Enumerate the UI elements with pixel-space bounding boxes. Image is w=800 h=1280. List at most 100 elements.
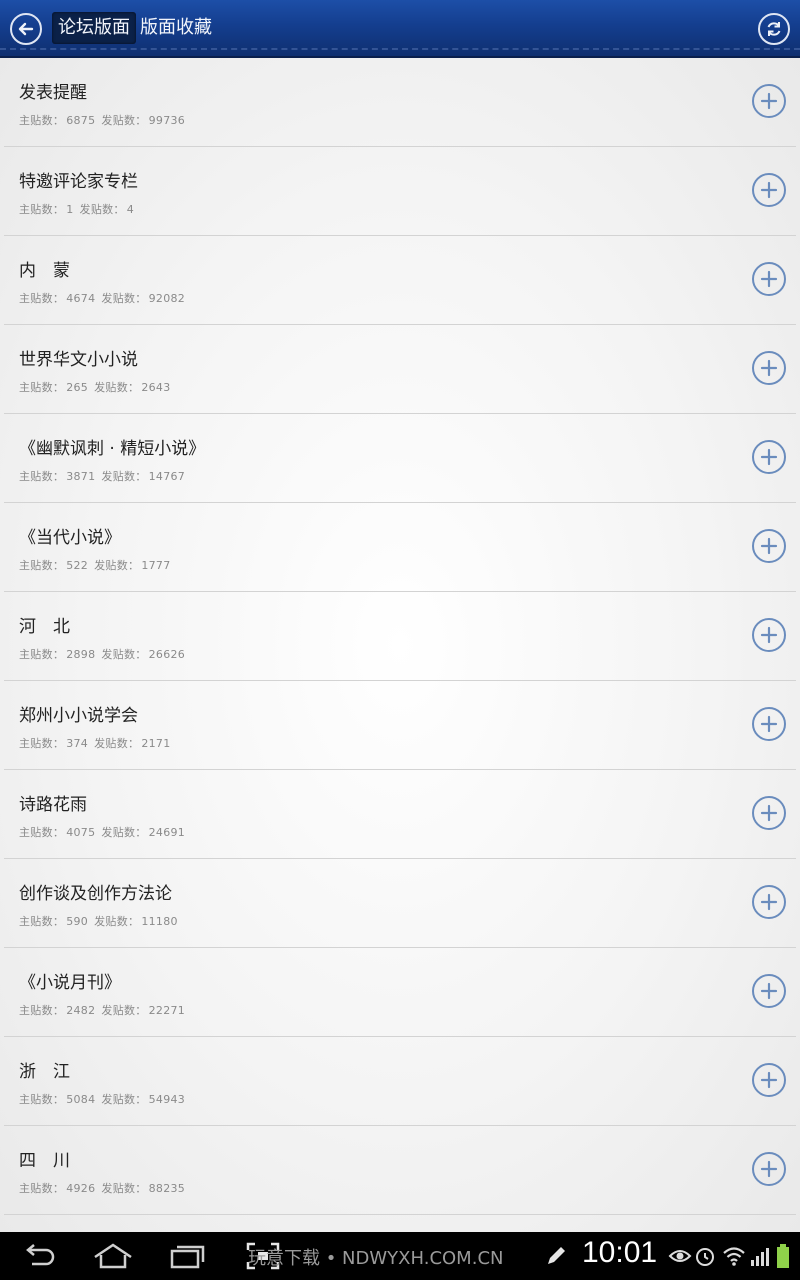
board-title: 四 川	[19, 1151, 70, 1171]
board-stats: 主贴数： 4674 发贴数： 92082	[19, 290, 191, 306]
plus-circle-icon	[760, 715, 778, 733]
plus-circle-icon	[760, 893, 778, 911]
topics-count: 265	[66, 381, 89, 394]
posts-count: 4	[126, 203, 135, 216]
plus-circle-icon	[760, 804, 778, 822]
board-stats: 主贴数： 265 发贴数： 2643	[19, 379, 177, 395]
posts-count: 2643	[141, 381, 171, 394]
board-stats: 主贴数： 5084 发贴数： 54943	[19, 1091, 191, 1107]
topics-count: 590	[66, 915, 89, 928]
board-stats: 主贴数： 2898 发贴数： 26626	[19, 646, 191, 662]
status-clock: 10:01	[582, 1236, 658, 1269]
board-title: 《小说月刊》	[19, 973, 121, 993]
topics-count: 4075	[66, 826, 96, 839]
add-favorite-button[interactable]	[752, 1063, 786, 1097]
posts-count: 99736	[148, 114, 186, 127]
add-favorite-button[interactable]	[752, 796, 786, 830]
topics-label: 主贴数：	[19, 826, 65, 839]
nav-home-button[interactable]	[92, 1242, 134, 1270]
topics-label: 主贴数：	[19, 114, 65, 127]
list-item[interactable]: 河 北 主贴数： 2898 发贴数： 26626	[4, 592, 796, 681]
topics-count: 2898	[66, 648, 96, 661]
board-stats: 主贴数： 6875 发贴数： 99736	[19, 112, 191, 128]
add-favorite-button[interactable]	[752, 974, 786, 1008]
wifi-icon	[722, 1242, 746, 1270]
topics-label: 主贴数：	[19, 1182, 65, 1195]
posts-label: 发贴数：	[101, 470, 147, 483]
board-title: 《当代小说》	[19, 528, 121, 548]
home-icon	[94, 1243, 132, 1269]
plus-circle-icon	[760, 92, 778, 110]
topics-label: 主贴数：	[19, 203, 65, 216]
plus-circle-icon	[760, 181, 778, 199]
add-favorite-button[interactable]	[752, 885, 786, 919]
posts-count: 92082	[148, 292, 186, 305]
posts-count: 54943	[148, 1093, 186, 1106]
refresh-button[interactable]	[758, 13, 790, 45]
posts-count: 22271	[148, 1004, 186, 1017]
tab-board-favorites[interactable]: 版面收藏	[134, 12, 218, 44]
posts-count: 24691	[148, 826, 186, 839]
topics-label: 主贴数：	[19, 559, 65, 572]
add-favorite-button[interactable]	[752, 173, 786, 207]
posts-label: 发贴数：	[101, 826, 147, 839]
list-item[interactable]: 《幽默讽刺 · 精短小说》 主贴数： 3871 发贴数： 14767	[4, 414, 796, 503]
nav-back-button[interactable]	[22, 1242, 56, 1270]
posts-label: 发贴数：	[94, 737, 140, 750]
top-bar: 论坛版面 版面收藏	[0, 0, 800, 58]
add-favorite-button[interactable]	[752, 529, 786, 563]
list-item[interactable]: 四 川 主贴数： 4926 发贴数： 88235	[4, 1126, 796, 1215]
signal-icon	[750, 1242, 772, 1270]
tab-forum-boards[interactable]: 论坛版面	[52, 12, 136, 44]
board-title: 《幽默讽刺 · 精短小说》	[19, 439, 206, 459]
topics-label: 主贴数：	[19, 1004, 65, 1017]
back-button[interactable]	[10, 13, 42, 45]
nav-recent-apps-button[interactable]	[170, 1242, 206, 1270]
topics-label: 主贴数：	[19, 1093, 65, 1106]
pen-icon	[544, 1242, 568, 1270]
add-favorite-button[interactable]	[752, 84, 786, 118]
list-item[interactable]: 特邀评论家专栏 主贴数： 1 发贴数： 4	[4, 147, 796, 236]
add-favorite-button[interactable]	[752, 351, 786, 385]
topics-label: 主贴数：	[19, 737, 65, 750]
board-title: 郑州小小说学会	[19, 706, 138, 726]
board-title: 世界华文小小说	[19, 350, 138, 370]
topics-count: 3871	[66, 470, 96, 483]
list-item[interactable]: 《小说月刊》 主贴数： 2482 发贴数： 22271	[4, 948, 796, 1037]
list-item[interactable]: 浙 江 主贴数： 5084 发贴数： 54943	[4, 1037, 796, 1126]
topics-label: 主贴数：	[19, 292, 65, 305]
posts-label: 发贴数：	[79, 203, 125, 216]
list-item[interactable]: 诗路花雨 主贴数： 4075 发贴数： 24691	[4, 770, 796, 859]
list-item[interactable]: 内 蒙 主贴数： 4674 发贴数： 92082	[4, 236, 796, 325]
add-favorite-button[interactable]	[752, 707, 786, 741]
topics-count: 522	[66, 559, 89, 572]
plus-circle-icon	[760, 1160, 778, 1178]
posts-label: 发贴数：	[101, 292, 147, 305]
add-favorite-button[interactable]	[752, 1152, 786, 1186]
topics-label: 主贴数：	[19, 648, 65, 661]
add-favorite-button[interactable]	[752, 262, 786, 296]
board-stats: 主贴数： 4075 发贴数： 24691	[19, 824, 191, 840]
topics-label: 主贴数：	[19, 381, 65, 394]
nav-back-icon	[26, 1244, 55, 1266]
system-nav-bar: 玩意下载 • NDWYXH.COM.CN 10:01	[0, 1232, 800, 1280]
list-item[interactable]: 世界华文小小说 主贴数： 265 发贴数： 2643	[4, 325, 796, 414]
plus-circle-icon	[760, 626, 778, 644]
board-stats: 主贴数： 2482 发贴数： 22271	[19, 1002, 191, 1018]
posts-label: 发贴数：	[101, 114, 147, 127]
watermark-text: 玩意下载 • NDWYXH.COM.CN	[248, 1248, 504, 1269]
plus-circle-icon	[760, 448, 778, 466]
add-favorite-button[interactable]	[752, 618, 786, 652]
board-title: 内 蒙	[19, 261, 70, 281]
posts-label: 发贴数：	[101, 648, 147, 661]
board-stats: 主贴数： 4926 发贴数： 88235	[19, 1180, 191, 1196]
list-item[interactable]: 发表提醒 主贴数： 6875 发贴数： 99736	[4, 58, 796, 147]
board-stats: 主贴数： 1 发贴数： 4	[19, 201, 140, 217]
posts-label: 发贴数：	[94, 559, 140, 572]
eye-icon	[668, 1242, 692, 1270]
list-item[interactable]: 《当代小说》 主贴数： 522 发贴数： 1777	[4, 503, 796, 592]
posts-count: 26626	[148, 648, 186, 661]
list-item[interactable]: 创作谈及创作方法论 主贴数： 590 发贴数： 11180	[4, 859, 796, 948]
add-favorite-button[interactable]	[752, 440, 786, 474]
list-item[interactable]: 郑州小小说学会 主贴数： 374 发贴数： 2171	[4, 681, 796, 770]
